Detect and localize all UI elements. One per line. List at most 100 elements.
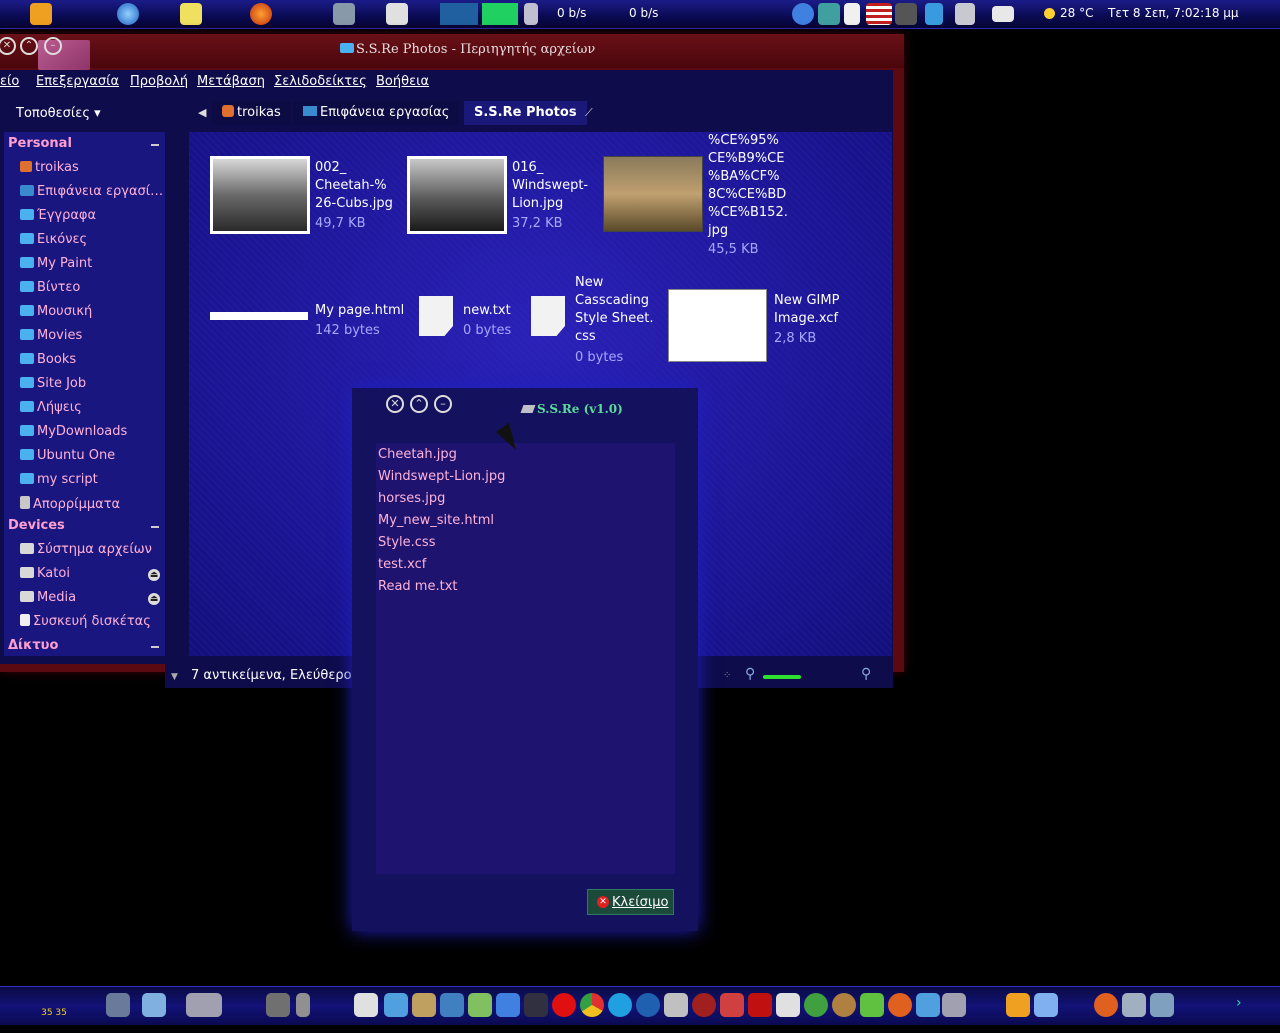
dock-app-icon[interactable] [664,993,688,1017]
sidebar-toggle-icon[interactable]: ▼ [171,672,178,682]
logout-icon[interactable] [386,3,408,25]
sidebar-item-my-paint[interactable]: My Paint [20,256,165,271]
flag-icon[interactable] [866,3,892,25]
back-arrow-icon[interactable]: ◀ [198,106,206,119]
dock-chrome-icon[interactable] [580,993,604,1017]
menu-view[interactable]: Προβολή [130,74,188,89]
monitor-icon[interactable] [333,3,355,25]
dock-usb-icon[interactable] [296,993,310,1017]
sidebar-item-movies[interactable]: Movies [20,328,165,343]
dock-settings-icon[interactable] [860,993,884,1017]
sidebar-item-katoi[interactable]: Katoi [20,566,165,581]
dock-folder-icon[interactable] [1034,993,1058,1017]
dialog-text-area[interactable]: Cheetah.jpg Windswept-Lion.jpg horses.jp… [376,443,675,874]
dock-xbox-icon[interactable] [804,993,828,1017]
sidebar-item-troikas[interactable]: troikas [20,160,165,175]
dock-terminal-icon[interactable] [106,993,130,1017]
sidebar-item-floppy[interactable]: Συσκευή δισκέτας [20,614,165,629]
dock-firefox-icon[interactable] [888,993,912,1017]
dock-pen-icon[interactable] [468,993,492,1017]
globe-icon[interactable] [117,3,139,25]
sidebar-item-desktop[interactable]: Επιφάνεια εργασί… [20,184,165,199]
places-dropdown[interactable]: Τοποθεσίες ▾ [16,106,101,121]
sidebar-item-trash[interactable]: Απορρίμματα [20,496,165,512]
sidebar-item-books[interactable]: Books [20,352,165,367]
dock-filezilla-icon[interactable] [748,993,772,1017]
sidebar-item-my-script[interactable]: my script [20,472,165,487]
weather-temperature[interactable]: 28 °C [1060,6,1093,20]
zoom-in-icon[interactable]: ⚲ [861,666,871,682]
dialog-close-icon[interactable]: ✕ [386,395,404,413]
dock-media-icon[interactable] [692,993,716,1017]
css-document-icon[interactable] [531,296,565,336]
collapse-personal-icon[interactable] [151,144,159,146]
menu-bookmarks[interactable]: Σελιδοδείκτες [274,74,367,89]
firefox-icon[interactable] [250,3,272,25]
dock-transfer-icon[interactable] [776,993,800,1017]
dock-monitor-icon[interactable] [266,993,290,1017]
dock-firefox2-icon[interactable] [1094,993,1118,1017]
maximize-window-icon[interactable]: ⌃ [20,37,38,55]
dropbox-icon[interactable] [925,3,943,25]
displays-icon[interactable] [895,3,917,25]
dock-gnome-icon[interactable] [1006,993,1030,1017]
sidebar-item-downloads[interactable]: Λήψεις [20,400,165,415]
dock-browser-icon[interactable] [636,993,660,1017]
sidebar-item-filesystem[interactable]: Σύστημα αρχείων [20,542,165,557]
sync-icon[interactable] [792,3,814,25]
dock-genie-icon[interactable] [412,993,436,1017]
close-window-icon[interactable]: ✕ [0,37,16,55]
dialog-minimize-icon[interactable]: – [434,395,452,413]
resize-grip-icon[interactable]: ⁘ [723,670,731,681]
sidebar-item-music[interactable]: Μουσική [20,304,165,319]
sidebar-header-devices[interactable]: Devices [8,518,65,533]
text-document-icon[interactable] [419,296,453,336]
panel-clock[interactable]: Τετ 8 Σεπ, 7:02:18 μμ [1108,6,1239,20]
eject-media-icon[interactable]: ⏏ [148,593,160,605]
menu-file[interactable]: είο [0,74,19,89]
dock-drive-icon[interactable] [186,993,222,1017]
html-thumbnail[interactable] [210,312,308,320]
breadcrumb-home[interactable]: troikas [212,101,291,125]
sidebar-item-documents[interactable]: Έγγραφα [20,208,165,223]
dock-gimp-icon[interactable] [832,993,856,1017]
collapse-devices-icon[interactable] [151,526,159,528]
dock-ssre-icon[interactable] [942,993,966,1017]
gimp-image-thumbnail[interactable] [668,289,767,362]
dock-scroll-right-icon[interactable]: › [1236,995,1242,1011]
dock-update-icon[interactable] [496,993,520,1017]
dock-windows-icon[interactable] [1122,993,1146,1017]
dock-display-icon[interactable] [1150,993,1174,1017]
sidebar-header-network[interactable]: Δίκτυο [8,638,58,653]
menu-go[interactable]: Μετάβαση [197,74,265,89]
dock-opera-icon[interactable] [552,993,576,1017]
dock-skype-icon[interactable] [608,993,632,1017]
sidebar-item-mydownloads[interactable]: MyDownloads [20,424,165,439]
sidebar-item-ubuntu-one[interactable]: Ubuntu One [20,448,165,463]
minimize-window-icon[interactable]: – [44,37,62,55]
breadcrumb-desktop[interactable]: Επιφάνεια εργασίας [293,101,460,125]
dock-tools-icon[interactable] [720,993,744,1017]
zoom-out-icon[interactable]: ⚲ [745,666,755,682]
menu-help[interactable]: Βοήθεια [376,74,429,89]
menu-edit[interactable]: Επεξεργασία [36,74,119,89]
dialog-maximize-icon[interactable]: ⌃ [410,395,428,413]
sidebar-item-site-job[interactable]: Site Job [20,376,165,391]
sidebar-header-personal[interactable]: Personal [8,136,72,151]
eject-katoi-icon[interactable]: ⏏ [148,569,160,581]
dock-files-icon[interactable] [142,993,166,1017]
clipboard-icon[interactable] [844,3,860,25]
sidebar-item-pictures[interactable]: Εικόνες [20,232,165,247]
window-titlebar[interactable]: ✕ ⌃ – S.S.Re Photos - Περιηγητής αρχείων [0,34,904,70]
dock-network-icon[interactable] [916,993,940,1017]
sidebar-item-videos[interactable]: Βίντεο [20,280,165,295]
breadcrumb-current[interactable]: S.S.Re Photos [464,101,587,125]
horses-thumbnail[interactable] [603,156,703,232]
forward-arrow-icon[interactable]: ⟋ [585,106,593,120]
dock-editor-icon[interactable] [354,993,378,1017]
lion-thumbnail[interactable] [407,156,507,234]
mail-icon[interactable] [992,6,1014,22]
cursor-tool-icon[interactable] [818,3,840,25]
dock-wireless-icon[interactable] [440,993,464,1017]
notes-icon[interactable] [180,3,202,25]
